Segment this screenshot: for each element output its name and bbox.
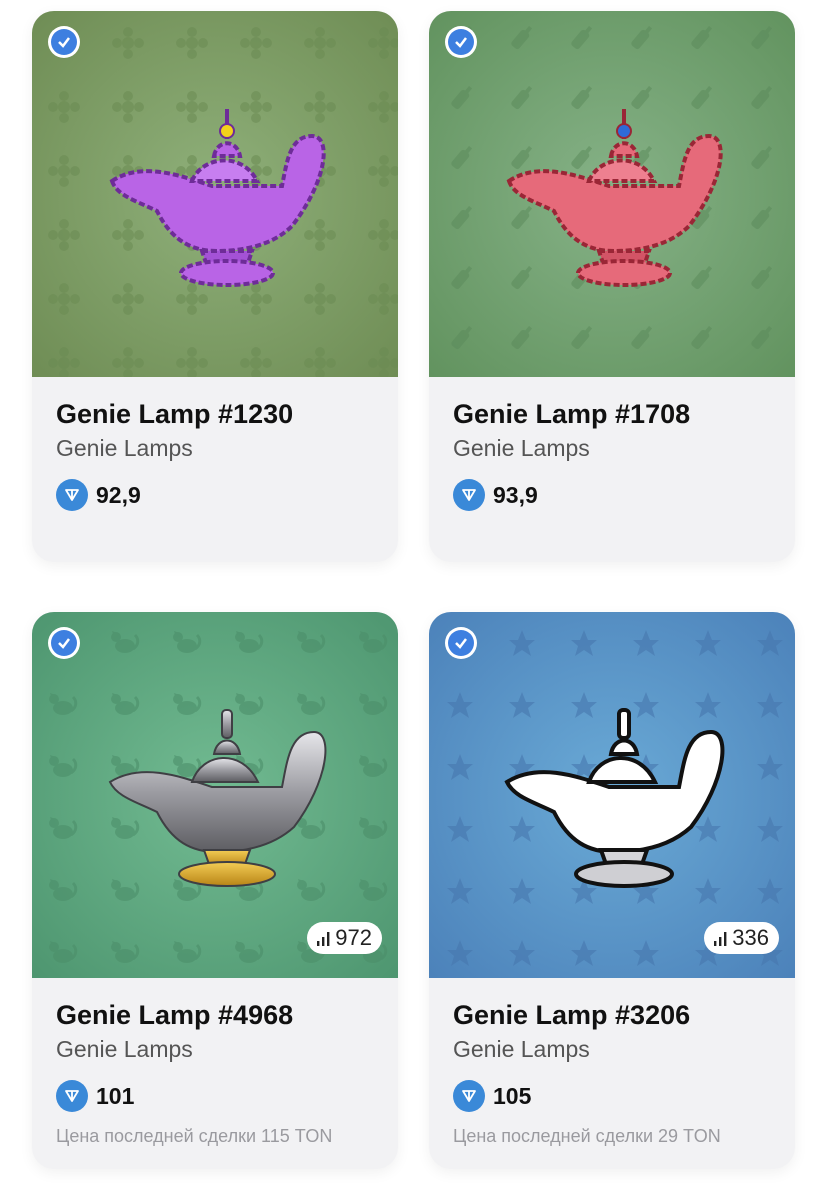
verified-icon — [455, 37, 467, 48]
nft-title: Genie Lamp #1230 — [56, 399, 294, 429]
nft-card-1[interactable]: Genie Lamp #1230 Genie Lamps 92,9 — [32, 11, 398, 562]
collection-name: Genie Lamps — [56, 435, 193, 461]
nft-card-3[interactable]: 972 Genie Lamp #4968 Genie Lamps 101 Цен… — [32, 612, 398, 1169]
price-value: 93,9 — [493, 481, 538, 508]
nft-title: Genie Lamp #4968 — [56, 1000, 294, 1030]
price-value: 105 — [493, 1082, 532, 1109]
nft-image[interactable]: 972 — [32, 612, 398, 978]
verified-icon — [455, 638, 467, 649]
collection-name: Genie Lamps — [453, 435, 590, 461]
verified-badge — [445, 627, 477, 659]
last-deal-value: 29 TON — [658, 1126, 721, 1146]
last-deal-label: Цена последней сделки — [56, 1126, 257, 1146]
nft-title: Genie Lamp #1708 — [453, 399, 691, 429]
nft-image[interactable] — [32, 11, 398, 377]
price-value: 101 — [96, 1082, 135, 1109]
verified-icon — [58, 37, 70, 48]
stat-value: 972 — [335, 925, 372, 950]
verified-badge — [48, 26, 80, 58]
stat-value: 336 — [732, 925, 769, 950]
nft-image[interactable] — [429, 11, 795, 377]
last-deal-value: 115 TON — [261, 1126, 333, 1146]
signal-bars-icon — [714, 932, 727, 946]
ton-icon — [453, 1080, 485, 1112]
collection-name: Genie Lamps — [453, 1036, 590, 1062]
last-deal-price: Цена последней сделки 29 TON — [453, 1126, 771, 1147]
verified-icon — [58, 638, 70, 649]
ton-icon — [56, 479, 88, 511]
stat-badge: 972 — [307, 922, 382, 954]
verified-badge — [48, 627, 80, 659]
verified-badge — [445, 26, 477, 58]
last-deal-price: Цена последней сделки 115 TON — [56, 1126, 374, 1147]
ton-icon — [453, 479, 485, 511]
ton-icon — [56, 1080, 88, 1112]
nft-card-4[interactable]: 336 Genie Lamp #3206 Genie Lamps 105 Цен… — [429, 612, 795, 1169]
signal-bars-icon — [317, 932, 330, 946]
last-deal-label: Цена последней сделки — [453, 1126, 654, 1146]
stat-badge: 336 — [704, 922, 779, 954]
nft-title: Genie Lamp #3206 — [453, 1000, 691, 1030]
collection-name: Genie Lamps — [56, 1036, 193, 1062]
nft-image[interactable]: 336 — [429, 612, 795, 978]
nft-card-2[interactable]: Genie Lamp #1708 Genie Lamps 93,9 — [429, 11, 795, 562]
price-value: 92,9 — [96, 481, 141, 508]
